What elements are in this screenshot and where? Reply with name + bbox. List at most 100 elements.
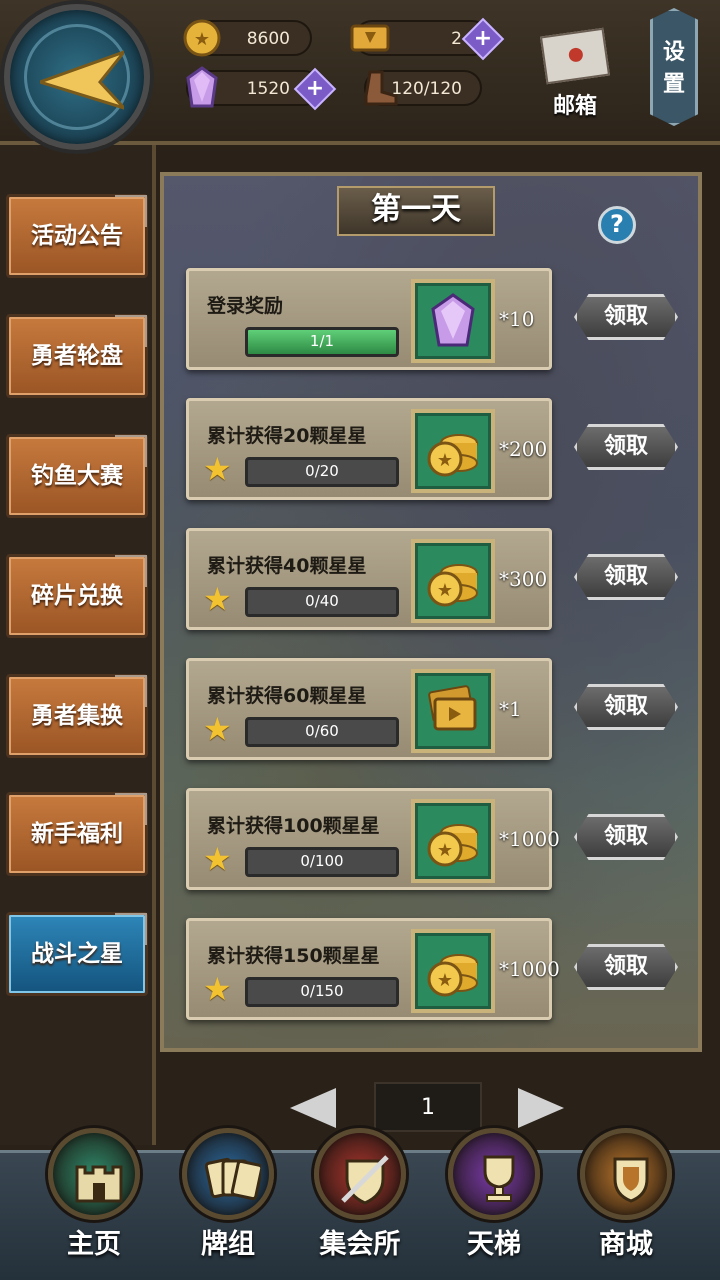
crystal-icon [186,66,218,108]
task-progress-text: 0/40 [305,592,339,610]
reward-slot[interactable]: ★ [411,539,495,623]
sidebar-tab-hero-wheel[interactable]: 勇者轮盘 [6,314,148,398]
task-progress-bar: 0/40 [245,587,399,617]
add-tickets-button[interactable]: + [461,17,505,61]
task-title: 登录奖励 [207,295,284,317]
star-icon: ★ [203,840,232,878]
sidebar-tab-label: 碎片兑换 [31,583,123,609]
reward-slot[interactable]: ★ [411,409,495,493]
sidebar-tab-label: 战斗之星 [31,941,123,967]
nav-disc [314,1128,406,1220]
nav-disc [182,1128,274,1220]
sidebar-tab-fishing-contest[interactable]: 钓鱼大赛 [6,434,148,518]
sidebar-tab-label: 勇者轮盘 [31,343,123,369]
nav-item-castle[interactable]: 主页 [44,1128,144,1278]
nav-item-shield-sword[interactable]: 集会所 [310,1128,410,1278]
nav-disc [448,1128,540,1220]
sidebar-tab-shard-exchange[interactable]: 碎片兑换 [6,554,148,638]
sidebar-tab-label: 勇者集换 [31,703,123,729]
settings-label-line1: 设 [662,40,685,65]
daily-tasks-panel: 第一天 ? 登录奖励 1/1 *10 领取 累计获得20颗星星 ★ 0/20 ★… [160,172,702,1052]
sidebar-tab-battle-star[interactable]: 战斗之星 [6,912,148,996]
reward-slot[interactable]: ★ [411,799,495,883]
nav-disc [580,1128,672,1220]
stamina-counter: 120/120 [364,70,482,106]
reward-quantity: *10 [499,307,535,331]
next-page-button[interactable] [518,1088,564,1128]
back-arrow-icon [40,50,124,110]
task-progress-bar: 0/20 [245,457,399,487]
claim-button[interactable]: 领取 [574,424,678,470]
star-icon: ★ [203,580,232,618]
svg-text:★: ★ [194,29,210,50]
task-row: 累计获得150颗星星 ★ 0/150 ★ *1000 [186,918,560,1020]
task-progress-text: 0/60 [305,722,339,740]
claim-button[interactable]: 领取 [574,294,678,340]
task-title: 累计获得60颗星星 [207,685,367,707]
task-progress-text: 0/20 [305,462,339,480]
nav-item-trophy[interactable]: 天梯 [444,1128,544,1278]
plus-icon: + [305,76,325,101]
cobweb-decoration-icon [115,315,147,347]
svg-text:★: ★ [437,580,453,601]
sidebar-tab-hero-exchange[interactable]: 勇者集换 [6,674,148,758]
mail-envelope-icon [539,27,611,85]
cobweb-decoration-icon [115,555,147,587]
help-button[interactable]: ? [598,206,636,244]
sidebar-tab-newbie-benefits[interactable]: 新手福利 [6,792,148,876]
reward-slot[interactable]: ★ [411,929,495,1013]
star-icon: ★ [203,710,232,748]
cobweb-decoration-icon [115,913,147,945]
nav-label: 商城 [599,1229,653,1260]
nav-disc [48,1128,140,1220]
ticket-amount: 2 [451,29,462,49]
prev-page-button[interactable] [290,1088,336,1128]
star-icon: ★ [203,450,232,488]
day-title: 第一天 [337,186,495,236]
claim-button[interactable]: 领取 [574,944,678,990]
task-progress-text: 0/150 [300,982,344,1000]
nav-label: 牌组 [201,1229,255,1260]
claim-button[interactable]: 领取 [574,814,678,860]
gold-amount: 8600 [246,29,290,49]
task-title: 累计获得20颗星星 [207,425,367,447]
task-row: 累计获得40颗星星 ★ 0/40 ★ *300 [186,528,552,630]
reward-quantity: *200 [499,437,548,461]
reward-quantity: *300 [499,567,548,591]
reward-slot[interactable] [411,669,495,753]
nav-item-shop-sign[interactable]: 商城 [576,1128,676,1278]
back-button[interactable] [4,4,150,150]
add-crystals-button[interactable]: + [293,67,337,111]
stamina-amount: 120/120 [391,79,462,99]
mailbox-button[interactable]: 邮箱 [535,20,615,120]
task-progress-bar: 0/60 [245,717,399,747]
reward-slot[interactable] [411,279,495,363]
nav-label: 主页 [67,1229,121,1260]
sidebar-tab-announcement[interactable]: 活动公告 [6,194,148,278]
claim-button-label: 领取 [603,564,648,589]
task-progress-bar: 0/150 [245,977,399,1007]
claim-button[interactable]: 领取 [574,554,678,600]
task-row: 累计获得20颗星星 ★ 0/20 ★ *200 [186,398,552,500]
plus-icon: + [473,26,493,51]
task-row: 累计获得60颗星星 ★ 0/60 *1 [186,658,552,760]
sidebar-tab-label: 钓鱼大赛 [31,463,123,489]
nav-label: 天梯 [467,1229,521,1260]
cobweb-decoration-icon [115,793,147,825]
nav-item-cards[interactable]: 牌组 [178,1128,278,1278]
cobweb-decoration-icon [115,675,147,707]
task-progress-bar: 0/100 [245,847,399,877]
svg-text:★: ★ [437,840,453,861]
cobweb-decoration-icon [115,435,147,467]
reward-quantity: *1000 [499,827,560,851]
ticket-counter: 2 + [350,17,505,61]
page-number: 1 [374,1082,482,1132]
gold-counter: ★ 8600 [183,19,312,57]
task-title: 累计获得150颗星星 [207,945,380,967]
claim-button[interactable]: 领取 [574,684,678,730]
question-icon: ? [610,210,624,238]
star-icon: ★ [203,970,232,1008]
settings-button[interactable]: 设 置 [650,8,698,126]
cobweb-decoration-icon [115,195,147,227]
task-row: 累计获得100颗星星 ★ 0/100 ★ *1000 [186,788,560,890]
